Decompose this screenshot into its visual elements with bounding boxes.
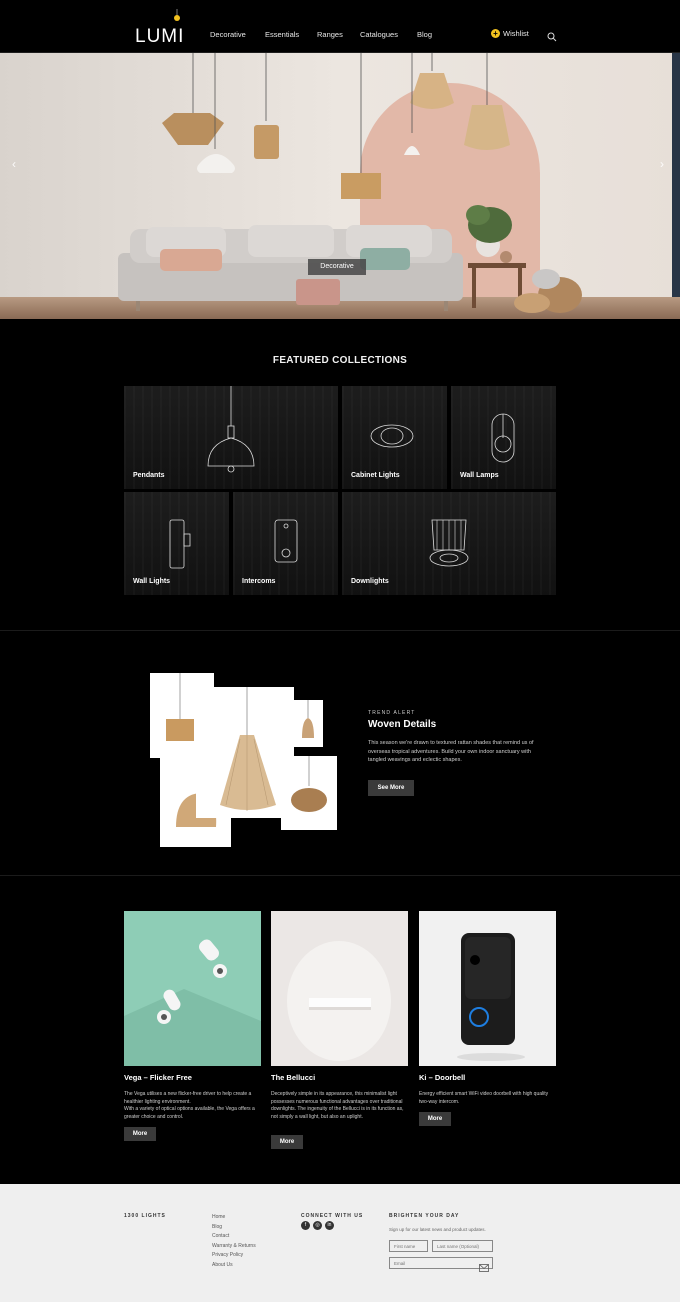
section-divider: [0, 630, 680, 631]
email-field[interactable]: [389, 1257, 493, 1269]
tile-downlights[interactable]: Downlights: [342, 492, 556, 595]
signup-text: Sign up for our latest news and product …: [389, 1227, 486, 1232]
bellucci-more-button[interactable]: More: [271, 1135, 303, 1149]
tile-label: Wall Lamps: [460, 472, 499, 479]
rattan-card-4: [281, 756, 337, 830]
product-title[interactable]: The Bellucci: [271, 1073, 315, 1082]
nav-blog[interactable]: Blog: [417, 30, 432, 39]
nav-catalogues[interactable]: Catalogues: [360, 30, 398, 39]
nav-essentials[interactable]: Essentials: [265, 30, 299, 39]
hero-prev-arrow[interactable]: ‹: [12, 157, 16, 171]
footer-link-blog[interactable]: Blog: [212, 1224, 222, 1230]
product-title[interactable]: Vega – Flicker Free: [124, 1073, 192, 1082]
lumi-logo[interactable]: LUMI: [134, 9, 184, 47]
vega-more-button[interactable]: More: [124, 1127, 156, 1141]
rattan-card-3: [294, 700, 323, 747]
tile-pendants[interactable]: Pendants: [124, 386, 338, 489]
footer-link-warranty[interactable]: Warranty & Returns: [212, 1243, 256, 1249]
footer-brand: 1300 LIGHTS: [124, 1213, 166, 1219]
svg-text:LUMI: LUMI: [135, 26, 184, 45]
see-more-button[interactable]: See More: [368, 780, 414, 796]
plus-circle-icon: +: [491, 29, 500, 38]
trend-title: Woven Details: [368, 719, 437, 730]
brighten-title: BRIGHTEN YOUR DAY: [389, 1213, 460, 1219]
doorbell-more-button[interactable]: More: [419, 1112, 451, 1126]
product-desc: Energy efficient smart WiFi video doorbe…: [419, 1091, 549, 1105]
product-desc: The Vega utilises a new flicker-free dri…: [124, 1091, 255, 1120]
hero-banner[interactable]: ‹ › Decorative: [0, 53, 680, 319]
vega-image[interactable]: [124, 911, 261, 1066]
connect-title: CONNECT WITH US: [301, 1213, 364, 1219]
doorbell-image[interactable]: [419, 911, 556, 1066]
tile-label: Wall Lights: [133, 578, 171, 585]
facebook-icon[interactable]: f: [301, 1221, 310, 1230]
tile-wall-lamps[interactable]: Wall Lamps: [451, 386, 556, 489]
nav-decorative[interactable]: Decorative: [210, 30, 246, 39]
wishlist-label: Wishlist: [503, 29, 529, 38]
linkedin-icon[interactable]: in: [325, 1221, 334, 1230]
search-icon[interactable]: [547, 29, 557, 42]
tile-label: Intercoms: [242, 578, 276, 585]
living-room-image: [0, 53, 680, 319]
bellucci-image[interactable]: [271, 911, 408, 1066]
tile-intercoms[interactable]: Intercoms: [233, 492, 338, 595]
tile-label: Cabinet Lights: [351, 472, 400, 479]
trend-kicker: TREND ALERT: [368, 710, 416, 716]
hero-category-label[interactable]: Decorative: [308, 259, 366, 275]
instagram-icon[interactable]: ◎: [313, 1221, 322, 1230]
send-mail-icon[interactable]: [479, 1259, 489, 1272]
footer-link-privacy[interactable]: Privacy Policy: [212, 1252, 243, 1258]
site-header: LUMI Decorative Essentials Ranges Catalo…: [0, 0, 680, 53]
footer-link-about[interactable]: About Us: [212, 1262, 233, 1268]
section-divider: [0, 875, 680, 876]
rattan-card-main: [196, 687, 294, 818]
tile-label: Pendants: [133, 472, 165, 479]
first-name-field[interactable]: [389, 1240, 428, 1252]
trend-text: This season we're drawn to textured ratt…: [368, 740, 534, 763]
footer-link-home[interactable]: Home: [212, 1214, 225, 1220]
product-title[interactable]: Ki – Doorbell: [419, 1073, 465, 1082]
tile-label: Downlights: [351, 578, 389, 585]
nav-ranges[interactable]: Ranges: [317, 30, 343, 39]
featured-title: FEATURED COLLECTIONS: [272, 355, 408, 366]
tile-cabinet-lights[interactable]: Cabinet Lights: [342, 386, 447, 489]
hero-next-arrow[interactable]: ›: [660, 157, 664, 171]
product-desc: Deceptively simple in its appearance, th…: [271, 1091, 404, 1120]
tile-wall-lights[interactable]: Wall Lights: [124, 492, 229, 595]
site-footer: [0, 1184, 680, 1302]
wishlist-link[interactable]: + Wishlist: [491, 29, 529, 38]
last-name-field[interactable]: [432, 1240, 493, 1252]
footer-link-contact[interactable]: Contact: [212, 1233, 229, 1239]
